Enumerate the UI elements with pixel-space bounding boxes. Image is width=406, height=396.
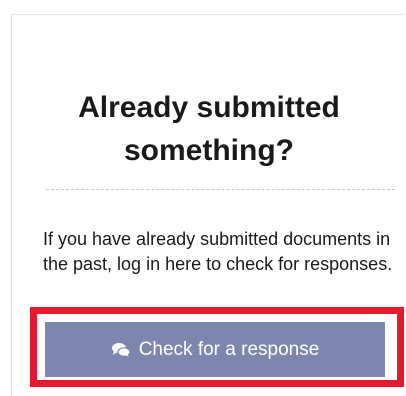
check-response-button[interactable]: Check for a response	[45, 322, 385, 377]
check-response-label: Check for a response	[138, 338, 320, 360]
divider	[46, 189, 395, 190]
panel-title: Already submitted something?	[78, 91, 340, 167]
panel-description: If you have already submitted documents …	[43, 229, 393, 274]
comments-icon	[111, 342, 131, 358]
